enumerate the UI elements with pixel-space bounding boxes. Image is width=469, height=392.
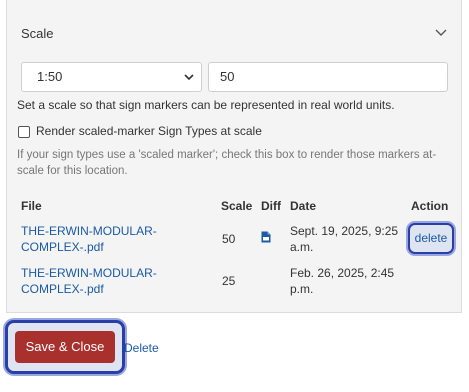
scale-panel: Scale 1:50 50 Set a scale so that sign m… bbox=[6, 0, 462, 313]
chevron-down-icon[interactable] bbox=[433, 24, 449, 40]
header-scale: Scale bbox=[221, 199, 253, 213]
scale-input[interactable]: 50 bbox=[208, 62, 448, 92]
header-date: Date bbox=[290, 199, 317, 213]
scale-help-text: Set a scale so that sign markers can be … bbox=[17, 98, 395, 112]
file-link-line: COMPLEX-.pdf bbox=[21, 282, 104, 296]
file-link-line: THE-ERWIN-MODULAR- bbox=[21, 224, 157, 238]
save-button-focus-ring: Save & Close bbox=[5, 320, 125, 374]
header-file: File bbox=[21, 199, 42, 213]
header-action: Action bbox=[411, 199, 449, 213]
render-scaled-label[interactable]: Render scaled-marker Sign Types at scale bbox=[36, 124, 262, 138]
file-link[interactable]: THE-ERWIN-MODULAR- COMPLEX-.pdf bbox=[21, 223, 157, 255]
row-scale: 50 bbox=[222, 232, 236, 246]
scale-select[interactable]: 1:50 bbox=[21, 62, 202, 92]
pdf-file-icon[interactable] bbox=[261, 231, 271, 243]
file-link[interactable]: THE-ERWIN-MODULAR- COMPLEX-.pdf bbox=[21, 265, 157, 297]
chevron-down-icon bbox=[184, 74, 194, 81]
scale-input-value: 50 bbox=[220, 69, 235, 84]
checkbox-help-text: If your sign types use a 'scaled marker'… bbox=[17, 149, 437, 177]
header-diff: Diff bbox=[261, 199, 281, 213]
row-scale: 25 bbox=[222, 274, 236, 288]
save-close-button[interactable]: Save & Close bbox=[15, 331, 115, 363]
delete-row-button[interactable]: delete bbox=[408, 223, 454, 254]
render-scaled-checkbox[interactable] bbox=[18, 126, 30, 138]
row-date-line: Sept. 19, 2025, 9:25 bbox=[290, 224, 399, 238]
row-date: Sept. 19, 2025, 9:25 a.m. bbox=[290, 223, 398, 255]
row-date-line: Feb. 26, 2025, 2:45 bbox=[290, 266, 395, 280]
file-link-line: THE-ERWIN-MODULAR- bbox=[21, 266, 157, 280]
scale-select-value: 1:50 bbox=[37, 69, 63, 84]
row-date-line: p.m. bbox=[290, 282, 314, 296]
file-link-line: COMPLEX-.pdf bbox=[21, 240, 104, 254]
row-date-line: a.m. bbox=[290, 240, 314, 254]
row-date: Feb. 26, 2025, 2:45 p.m. bbox=[290, 265, 394, 297]
delete-link[interactable]: Delete bbox=[124, 341, 159, 355]
panel-title: Scale bbox=[21, 26, 54, 41]
